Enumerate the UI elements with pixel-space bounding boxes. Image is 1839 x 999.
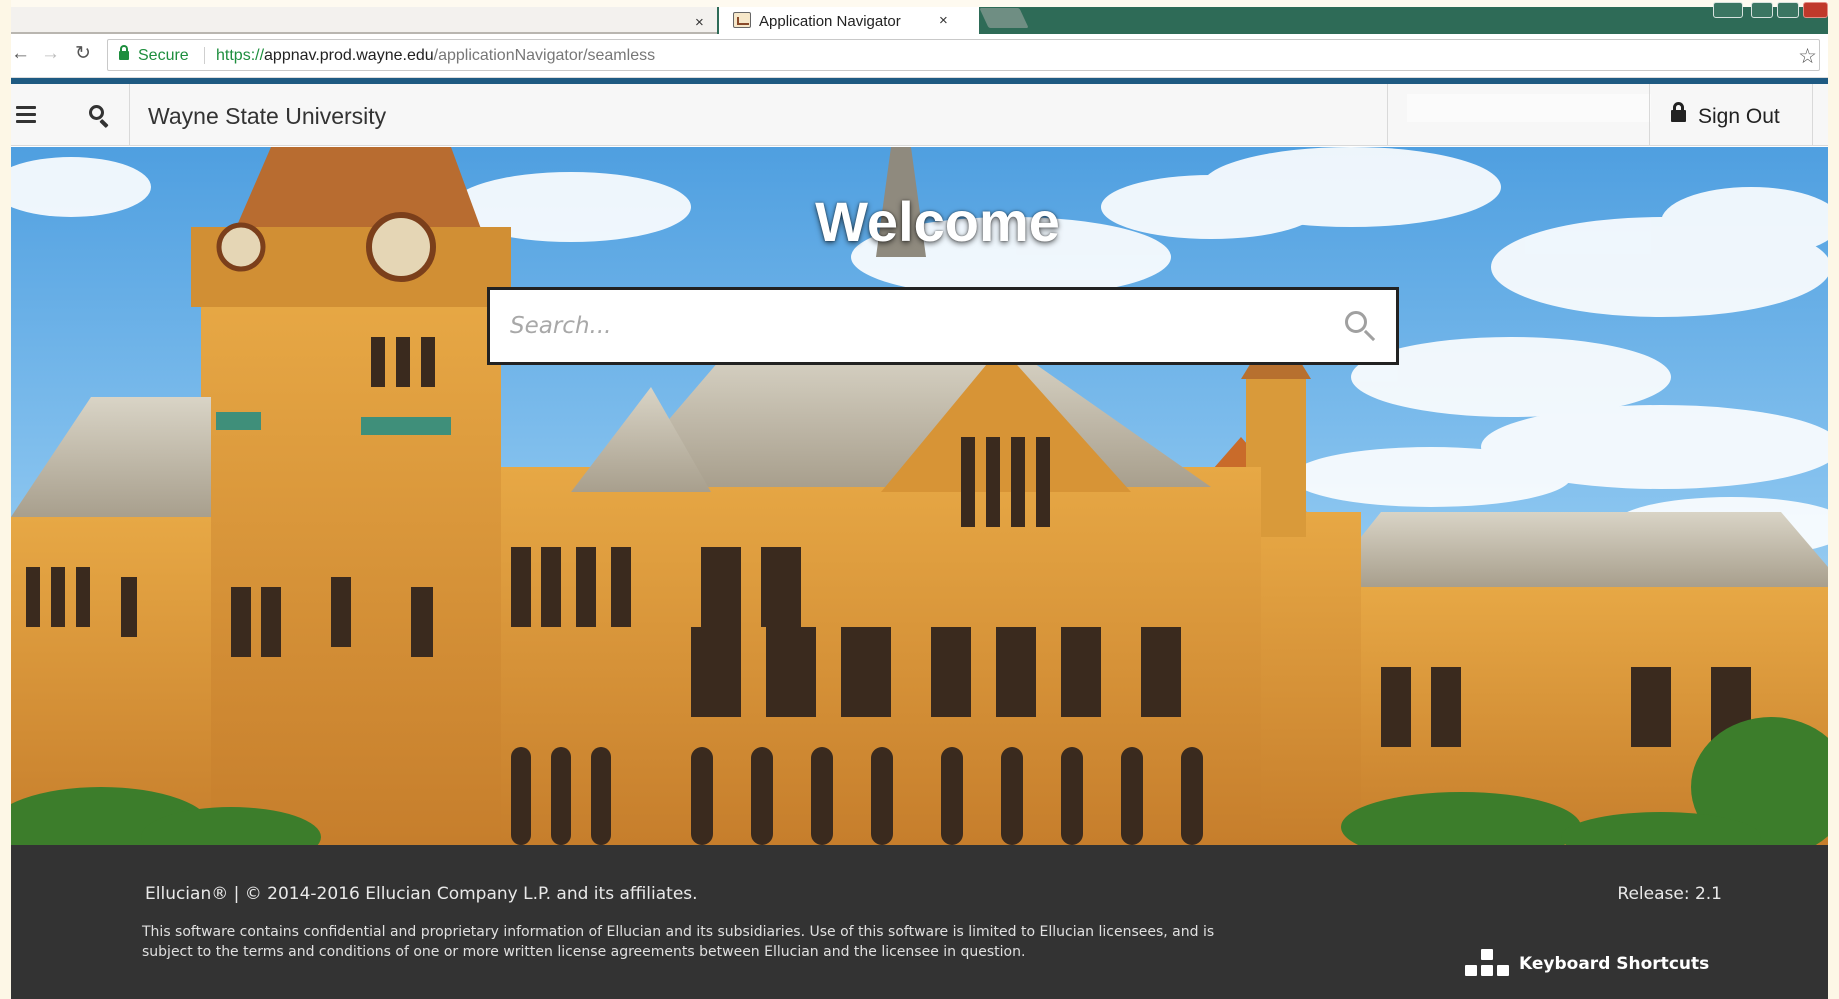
tab-previous[interactable]: × bbox=[11, 7, 719, 34]
keyboard-shortcuts-icon bbox=[1465, 949, 1509, 981]
url-text[interactable]: https://appnav.prod.wayne.edu/applicatio… bbox=[216, 47, 655, 65]
maximize-button[interactable] bbox=[1777, 2, 1799, 18]
search-input[interactable] bbox=[510, 304, 1310, 348]
browser-window: × Application Navigator × ← → ↻ Secure h… bbox=[11, 0, 1828, 999]
search-icon-handle bbox=[1363, 329, 1376, 342]
footer: Ellucian® | © 2014-2016 Ellucian Company… bbox=[11, 845, 1828, 999]
page: × Application Navigator × ← → ↻ Secure h… bbox=[0, 0, 1839, 999]
search-icon bbox=[89, 105, 104, 120]
hamburger-menu-icon bbox=[16, 113, 36, 116]
legal-notice: This software contains confidential and … bbox=[142, 924, 1215, 960]
hero-banner: Welcome bbox=[11, 147, 1828, 845]
header-search-button[interactable] bbox=[69, 84, 130, 146]
keyboard-shortcuts-label: Keyboard Shortcuts bbox=[1519, 954, 1710, 974]
lock-icon bbox=[1671, 102, 1686, 122]
url-path: /applicationNavigator/seamless bbox=[433, 47, 656, 64]
search-box bbox=[487, 287, 1399, 365]
profile-button[interactable] bbox=[1713, 2, 1743, 18]
hamburger-menu-icon bbox=[16, 120, 36, 123]
close-icon[interactable]: × bbox=[939, 13, 948, 28]
favicon-icon bbox=[733, 12, 751, 28]
tab-strip-background bbox=[977, 7, 1828, 34]
user-name-area bbox=[1407, 94, 1651, 122]
search-icon[interactable] bbox=[1343, 309, 1383, 349]
forward-arrow-icon[interactable]: → bbox=[41, 44, 60, 64]
close-icon[interactable]: × bbox=[695, 15, 704, 30]
url-divider bbox=[204, 47, 205, 64]
sign-out-button[interactable]: Sign Out bbox=[1649, 84, 1809, 146]
url-field[interactable]: Secure https://appnav.prod.wayne.edu/app… bbox=[107, 39, 1820, 71]
menu-button[interactable] bbox=[11, 84, 69, 146]
app-header: Wayne State University Sign Out bbox=[11, 84, 1828, 146]
back-arrow-icon[interactable]: ← bbox=[11, 44, 30, 64]
tab-application-navigator[interactable]: Application Navigator × bbox=[717, 7, 979, 34]
address-bar: ← → ↻ Secure https://appnav.prod.wayne.e… bbox=[11, 34, 1828, 78]
header-divider bbox=[1812, 84, 1813, 146]
reload-icon[interactable]: ↻ bbox=[75, 44, 91, 64]
tab-strip: × Application Navigator × bbox=[11, 0, 1828, 34]
header-divider bbox=[1387, 84, 1388, 146]
hamburger-menu-icon bbox=[16, 106, 36, 109]
search-icon-handle bbox=[99, 118, 109, 129]
star-icon[interactable]: ☆ bbox=[1798, 44, 1817, 69]
search-icon-lens bbox=[1345, 311, 1367, 333]
secure-label: Secure bbox=[138, 47, 189, 64]
release-version: Release: 2.1 bbox=[1617, 884, 1722, 904]
institution-name: Wayne State University bbox=[148, 103, 387, 129]
lock-icon bbox=[119, 45, 129, 60]
copyright-text: Ellucian® | © 2014-2016 Ellucian Company… bbox=[145, 884, 698, 904]
keyboard-shortcuts-button[interactable]: Keyboard Shortcuts bbox=[1465, 949, 1725, 985]
tab-title: Application Navigator bbox=[759, 13, 901, 30]
sign-out-label: Sign Out bbox=[1698, 105, 1780, 128]
url-host: appnav.prod.wayne.edu bbox=[264, 47, 434, 64]
welcome-heading: Welcome bbox=[815, 190, 1060, 253]
url-scheme: https:// bbox=[216, 47, 265, 64]
close-window-button[interactable] bbox=[1803, 2, 1828, 18]
minimize-button[interactable] bbox=[1751, 2, 1773, 18]
